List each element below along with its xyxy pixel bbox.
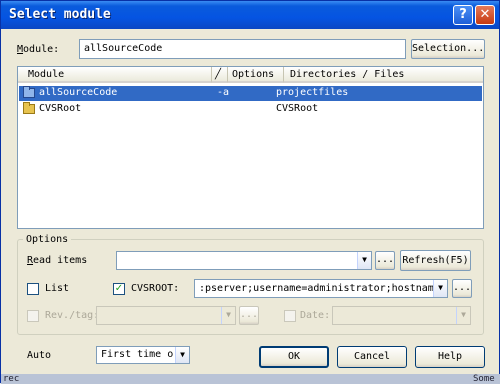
auto-select-value: First time or [101, 349, 180, 360]
read-items-combo[interactable] [116, 251, 372, 270]
help-button[interactable]: Help [415, 346, 485, 368]
title-bar[interactable]: Select module ? ✕ [1, 1, 499, 29]
row-options: -a [217, 87, 230, 98]
refresh-button[interactable]: Refresh(F5) [400, 250, 471, 271]
help-icon[interactable]: ? [453, 5, 473, 25]
cvsroot-checkbox[interactable]: ✓ [113, 283, 125, 295]
read-items-label: Read items [27, 255, 87, 266]
column-header-options[interactable]: Options [228, 67, 284, 83]
column-header-module[interactable]: Module [18, 67, 212, 83]
read-items-browse-button[interactable]: ... [375, 251, 395, 270]
cvsroot-combo[interactable]: :pserver;username=administrator;hostname… [194, 279, 448, 298]
row-directories: projectfiles [276, 87, 349, 98]
list-row[interactable]: CVSRoot CVSRoot [19, 102, 482, 117]
column-options-label: Options [232, 69, 275, 80]
close-icon[interactable]: ✕ [475, 5, 495, 25]
read-items-rest: ead items [33, 255, 88, 266]
rev-tag-browse-button[interactable]: ... [239, 306, 259, 325]
module-list[interactable]: Module ╱ Options Directories / Files all… [17, 66, 484, 229]
column-module-label: Module [28, 69, 65, 80]
folder-icon [23, 102, 35, 114]
date-checkbox[interactable] [284, 310, 296, 322]
cancel-button[interactable]: Cancel [337, 346, 407, 368]
cvsroot-browse-button[interactable]: ... [452, 279, 472, 298]
row-module: allSourceCode [39, 87, 118, 98]
cvsroot-dropdown-icon[interactable]: ▼ [433, 280, 447, 297]
column-header-directories[interactable]: Directories / Files [284, 67, 483, 83]
selection-button[interactable]: Selection... [411, 39, 485, 59]
read-items-dropdown-icon[interactable]: ▼ [357, 252, 371, 269]
module-label: Module: [17, 44, 59, 55]
row-directories: CVSRoot [276, 103, 319, 114]
date-dropdown-icon[interactable]: ▼ [456, 307, 470, 324]
auto-dropdown-icon[interactable]: ▼ [175, 347, 189, 363]
list-checkbox-label: List [45, 283, 70, 294]
rev-tag-checkbox[interactable] [27, 310, 39, 322]
ok-button[interactable]: OK [259, 346, 329, 368]
column-sort-icon: ╱ [212, 67, 228, 83]
folder-icon [23, 86, 35, 98]
list-row[interactable]: allSourceCode -a projectfiles [19, 86, 482, 101]
date-combo[interactable] [332, 306, 471, 325]
options-group-title: Options [23, 234, 72, 245]
module-input[interactable]: allSourceCode [79, 39, 406, 59]
window-title: Select module [9, 7, 111, 22]
column-directories-label: Directories / Files [290, 69, 405, 80]
list-header: Module ╱ Options Directories / Files [18, 67, 483, 83]
rev-tag-combo[interactable] [96, 306, 236, 325]
list-checkbox[interactable] [27, 283, 39, 295]
select-module-dialog: Select module ? ✕ Module: allSourceCode … [0, 0, 500, 384]
cvsroot-value: :pserver;username=administrator;hostname… [199, 283, 446, 294]
auto-label: Auto [27, 350, 52, 361]
date-label: Date: [300, 310, 331, 321]
rev-tag-label: Rev./tag: [45, 310, 100, 321]
rev-tag-dropdown-icon[interactable]: ▼ [221, 307, 235, 324]
row-module: CVSRoot [39, 103, 82, 114]
module-label-rest: odule: [23, 44, 60, 55]
cvsroot-label: CVSROOT: [131, 283, 180, 294]
